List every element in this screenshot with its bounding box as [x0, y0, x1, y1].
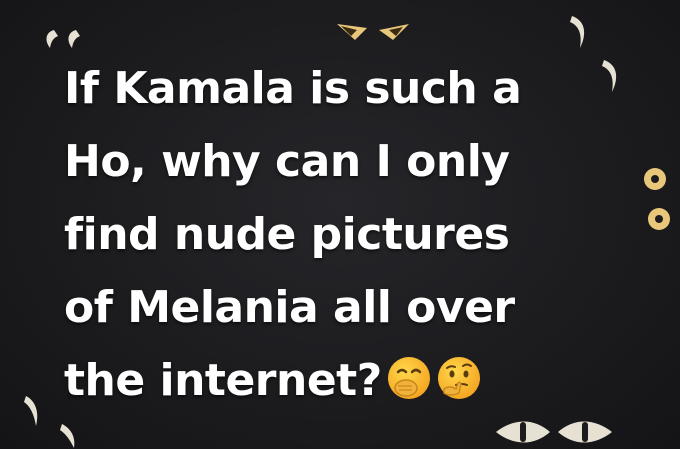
curl-mark-icon — [24, 396, 38, 426]
post-line: of Melania all over — [64, 282, 515, 333]
face-with-hand-over-mouth-icon — [387, 357, 430, 399]
post-text: If Kamala is such a Ho, why can I only f… — [64, 52, 624, 417]
side-eye-icon — [644, 168, 666, 190]
post-line: the internet? — [64, 355, 382, 406]
meme-card: If Kamala is such a Ho, why can I only f… — [0, 0, 680, 449]
thinking-face-icon — [437, 357, 480, 399]
post-line: If Kamala is such a — [64, 63, 522, 114]
curl-mark-icon — [570, 16, 585, 48]
wide-eyes-icon — [496, 421, 612, 443]
post-line: Ho, why can I only — [64, 136, 510, 187]
post-last-line: the internet? — [64, 344, 624, 417]
post-line: find nude pictures — [64, 209, 510, 260]
side-eye-icon — [648, 208, 670, 230]
cat-eyes-icon — [337, 24, 409, 40]
curl-mark-icon — [60, 424, 75, 448]
